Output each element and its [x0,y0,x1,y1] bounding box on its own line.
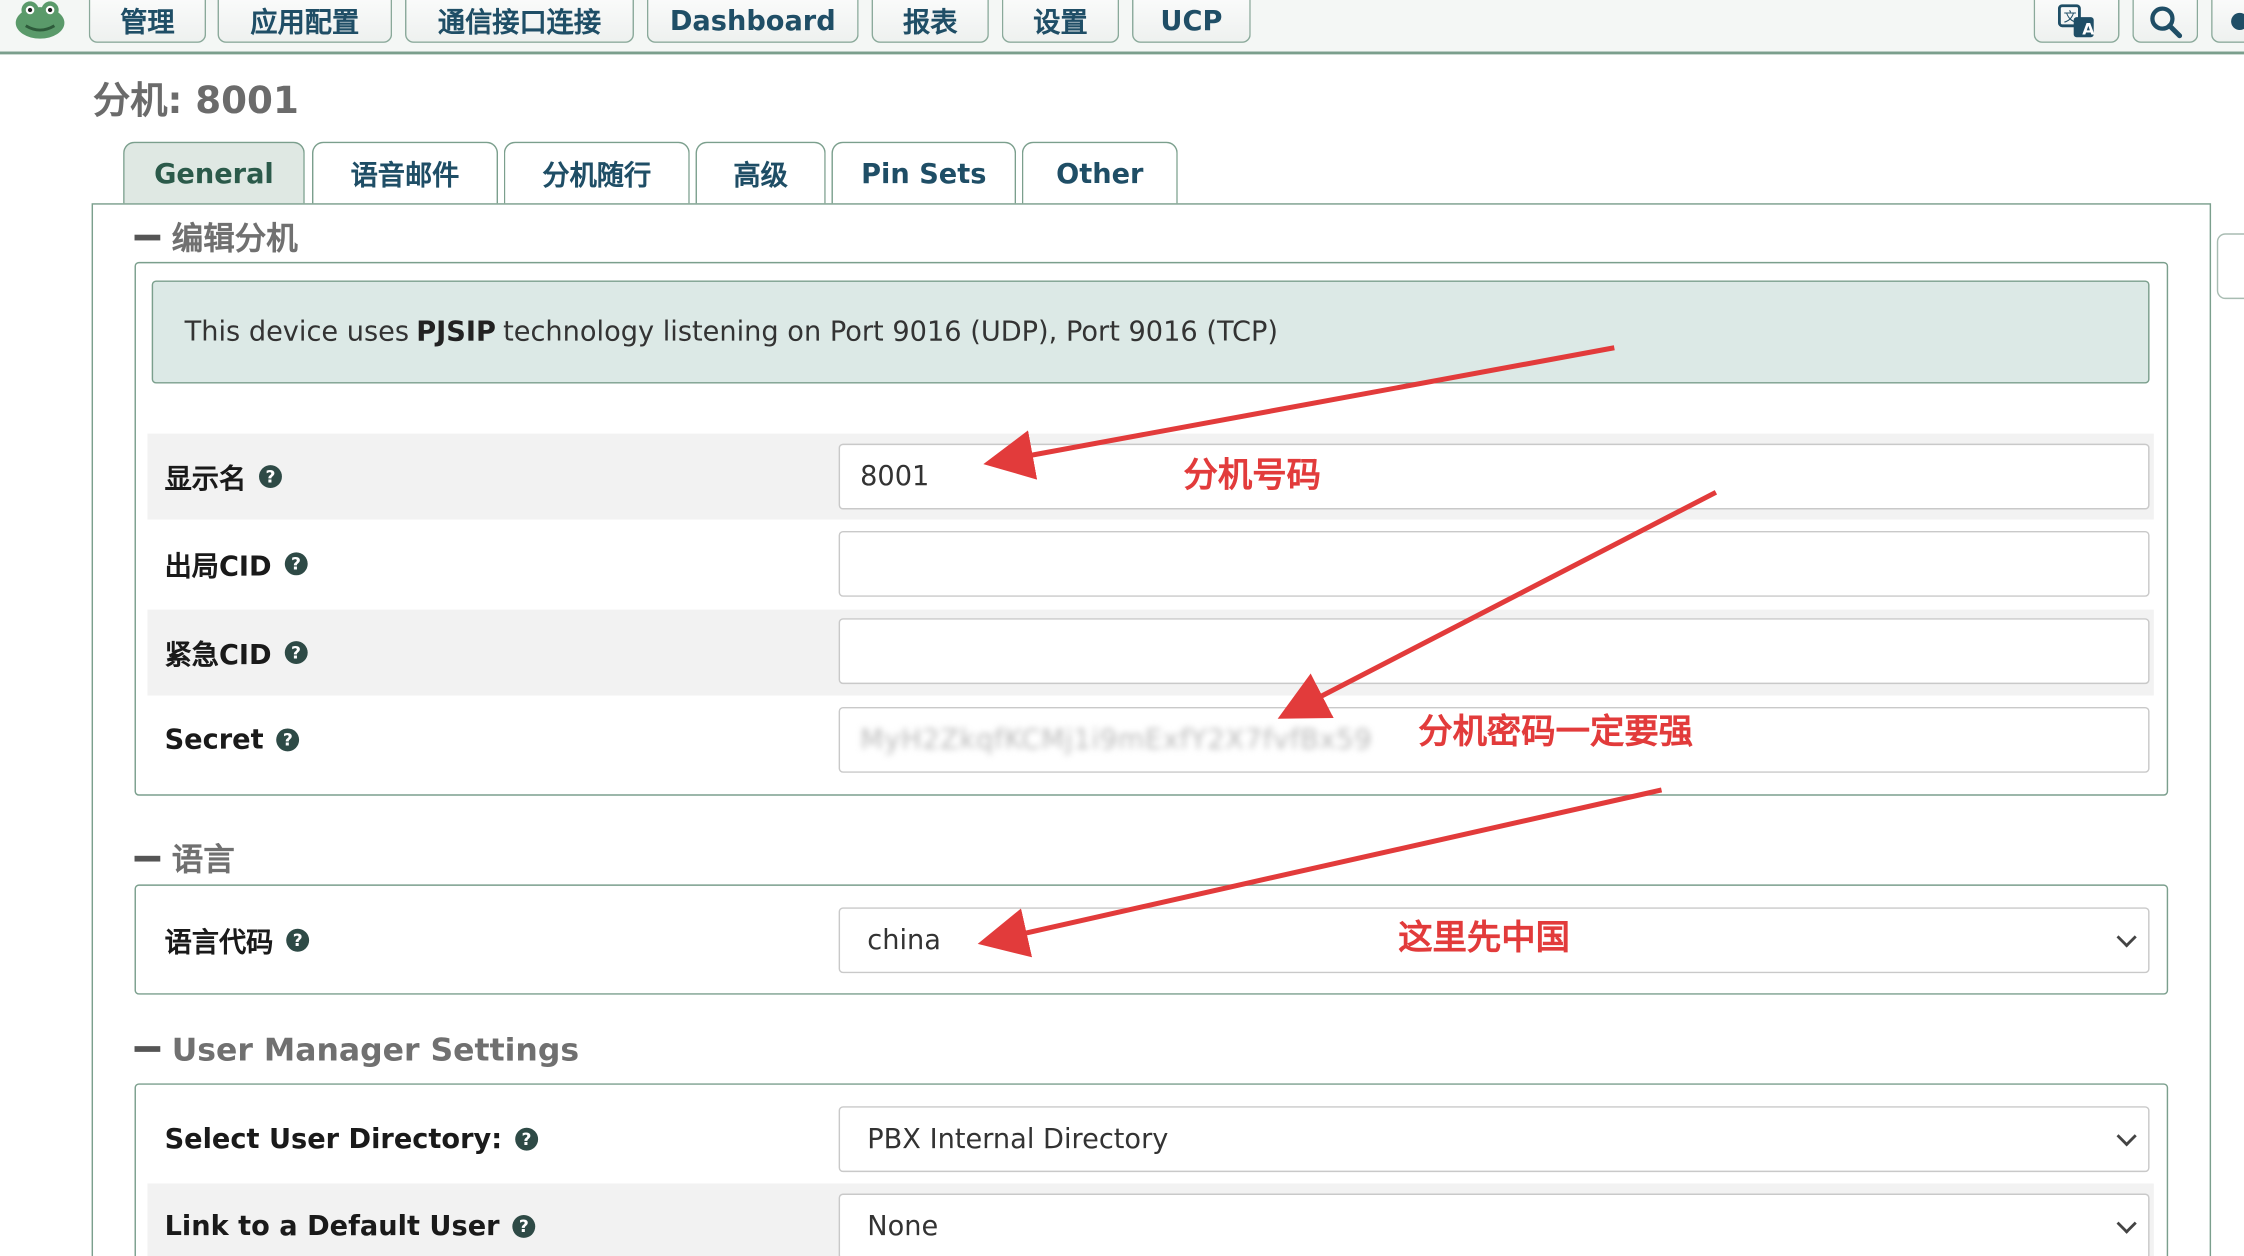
arrow-to-secret [1277,490,1718,719]
arrow-to-display-name [983,345,1615,480]
annotation-strong-password: 分机密码一定要强 [1418,711,1694,752]
page: 管理 应用配置 通信接口连接 Dashboard 报表 设置 UCP A 文 分… [0,0,2244,1256]
annotation-ext-number: 分机号码 [1183,455,1321,496]
annotation-language-note: 这里先中国 [1398,917,1570,958]
annotation-arrows [977,345,1718,958]
